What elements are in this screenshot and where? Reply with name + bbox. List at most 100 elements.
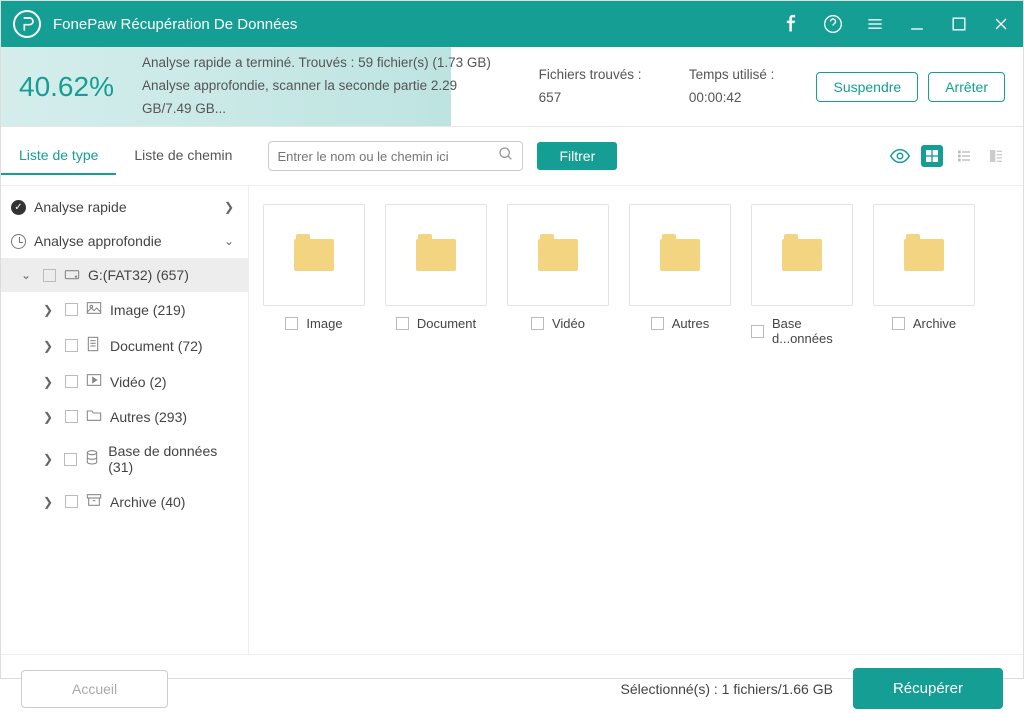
folder-label: Document bbox=[417, 316, 476, 331]
checkbox[interactable] bbox=[65, 339, 78, 352]
tree-item-database[interactable]: ❯ Base de données (31) bbox=[1, 434, 248, 484]
tree-quick-scan[interactable]: ✓ Analyse rapide ❯ bbox=[1, 190, 248, 224]
folder-label: Vidéo bbox=[552, 316, 585, 331]
check-icon: ✓ bbox=[11, 200, 26, 215]
tree-label: Base de données (31) bbox=[108, 443, 238, 475]
facebook-icon[interactable] bbox=[781, 14, 801, 34]
checkbox[interactable] bbox=[751, 325, 764, 338]
content-grid: Image Document Vidéo Autres Base d...onn… bbox=[249, 186, 1023, 654]
home-button[interactable]: Accueil bbox=[21, 670, 168, 708]
folder-card[interactable]: Vidéo bbox=[507, 204, 609, 346]
tree-label: Analyse approfondie bbox=[34, 233, 216, 249]
checkbox[interactable] bbox=[65, 495, 78, 508]
app-title: FonePaw Récupération De Données bbox=[53, 16, 781, 33]
chevron-down-icon: ⌄ bbox=[224, 234, 238, 248]
files-found: Fichiers trouvés : 657 bbox=[539, 64, 655, 110]
search-icon[interactable] bbox=[498, 146, 514, 167]
tree-item-document[interactable]: ❯ Document (72) bbox=[1, 327, 248, 364]
chevron-down-icon: ⌄ bbox=[21, 268, 35, 282]
checkbox[interactable] bbox=[892, 317, 905, 330]
tree-item-video[interactable]: ❯ Vidéo (2) bbox=[1, 364, 248, 399]
stop-button[interactable]: Arrêter bbox=[928, 72, 1005, 102]
progress-line-2: Analyse approfondie, scanner la seconde … bbox=[142, 75, 505, 121]
footer: Accueil Sélectionné(s) : 1 fichiers/1.66… bbox=[1, 654, 1023, 722]
checkbox[interactable] bbox=[396, 317, 409, 330]
menu-icon[interactable] bbox=[865, 14, 885, 34]
selection-status: Sélectionné(s) : 1 fichiers/1.66 GB bbox=[621, 681, 833, 697]
chevron-right-icon: ❯ bbox=[43, 495, 57, 509]
grid-view-icon[interactable] bbox=[921, 145, 943, 167]
folder-icon bbox=[782, 239, 822, 271]
database-icon bbox=[85, 450, 100, 469]
drive-icon bbox=[64, 267, 80, 283]
clock-icon bbox=[11, 234, 26, 249]
search-box[interactable] bbox=[268, 141, 523, 171]
tree-deep-scan[interactable]: Analyse approfondie ⌄ bbox=[1, 224, 248, 258]
recover-button[interactable]: Récupérer bbox=[853, 668, 1003, 709]
checkbox[interactable] bbox=[43, 269, 56, 282]
chevron-right-icon: ❯ bbox=[43, 303, 57, 317]
folder-icon bbox=[660, 239, 700, 271]
chevron-right-icon: ❯ bbox=[43, 375, 57, 389]
folder-card[interactable]: Document bbox=[385, 204, 487, 346]
tab-type-list[interactable]: Liste de type bbox=[1, 137, 116, 175]
tree-drive[interactable]: ⌄ G:(FAT32) (657) bbox=[1, 258, 248, 292]
archive-icon bbox=[86, 493, 102, 510]
search-input[interactable] bbox=[277, 149, 498, 164]
suspend-button[interactable]: Suspendre bbox=[816, 72, 918, 102]
video-icon bbox=[86, 373, 102, 390]
chevron-right-icon: ❯ bbox=[43, 452, 56, 466]
toolbar: Liste de type Liste de chemin Filtrer bbox=[1, 127, 1023, 186]
app-logo bbox=[13, 10, 41, 38]
checkbox[interactable] bbox=[65, 303, 78, 316]
tree-item-image[interactable]: ❯ Image (219) bbox=[1, 292, 248, 327]
folder-icon bbox=[294, 239, 334, 271]
checkbox[interactable] bbox=[65, 410, 78, 423]
tree-item-others[interactable]: ❯ Autres (293) bbox=[1, 399, 248, 434]
tree-label: G:(FAT32) (657) bbox=[88, 267, 189, 283]
sidebar: ✓ Analyse rapide ❯ Analyse approfondie ⌄… bbox=[1, 186, 249, 654]
progress-percent: 40.62% bbox=[19, 71, 114, 103]
folder-card[interactable]: Base d...onnées bbox=[751, 204, 853, 346]
tree-label: Analyse rapide bbox=[34, 199, 216, 215]
titlebar: FonePaw Récupération De Données bbox=[1, 1, 1023, 47]
minimize-icon[interactable] bbox=[907, 14, 927, 34]
tree-label: Vidéo (2) bbox=[110, 374, 167, 390]
tab-path-list[interactable]: Liste de chemin bbox=[116, 137, 250, 175]
checkbox[interactable] bbox=[285, 317, 298, 330]
time-used: Temps utilisé : 00:00:42 bbox=[689, 64, 817, 110]
folder-icon bbox=[538, 239, 578, 271]
folder-card[interactable]: Image bbox=[263, 204, 365, 346]
tree-label: Document (72) bbox=[110, 338, 203, 354]
progress-line-1: Analyse rapide a terminé. Trouvés : 59 f… bbox=[142, 52, 505, 75]
detail-view-icon[interactable] bbox=[985, 145, 1007, 167]
tree-label: Archive (40) bbox=[110, 494, 185, 510]
tree-label: Image (219) bbox=[110, 302, 185, 318]
help-icon[interactable] bbox=[823, 14, 843, 34]
folder-card[interactable]: Autres bbox=[629, 204, 731, 346]
list-view-icon[interactable] bbox=[953, 145, 975, 167]
document-icon bbox=[86, 336, 102, 355]
filter-button[interactable]: Filtrer bbox=[537, 142, 617, 170]
folder-icon bbox=[904, 239, 944, 271]
folder-icon bbox=[86, 408, 102, 425]
tree-label: Autres (293) bbox=[110, 409, 187, 425]
chevron-right-icon: ❯ bbox=[224, 200, 238, 214]
close-icon[interactable] bbox=[991, 14, 1011, 34]
maximize-icon[interactable] bbox=[949, 14, 969, 34]
folder-label: Archive bbox=[913, 316, 956, 331]
folder-label: Autres bbox=[672, 316, 710, 331]
checkbox[interactable] bbox=[651, 317, 664, 330]
progress-area: 40.62% Analyse rapide a terminé. Trouvés… bbox=[1, 47, 1023, 127]
folder-icon bbox=[416, 239, 456, 271]
tree-item-archive[interactable]: ❯ Archive (40) bbox=[1, 484, 248, 519]
checkbox[interactable] bbox=[531, 317, 544, 330]
folder-card[interactable]: Archive bbox=[873, 204, 975, 346]
chevron-right-icon: ❯ bbox=[43, 339, 57, 353]
checkbox[interactable] bbox=[64, 453, 77, 466]
checkbox[interactable] bbox=[65, 375, 78, 388]
preview-icon[interactable] bbox=[889, 145, 911, 167]
chevron-right-icon: ❯ bbox=[43, 410, 57, 424]
folder-label: Image bbox=[306, 316, 342, 331]
folder-label: Base d...onnées bbox=[772, 316, 853, 346]
